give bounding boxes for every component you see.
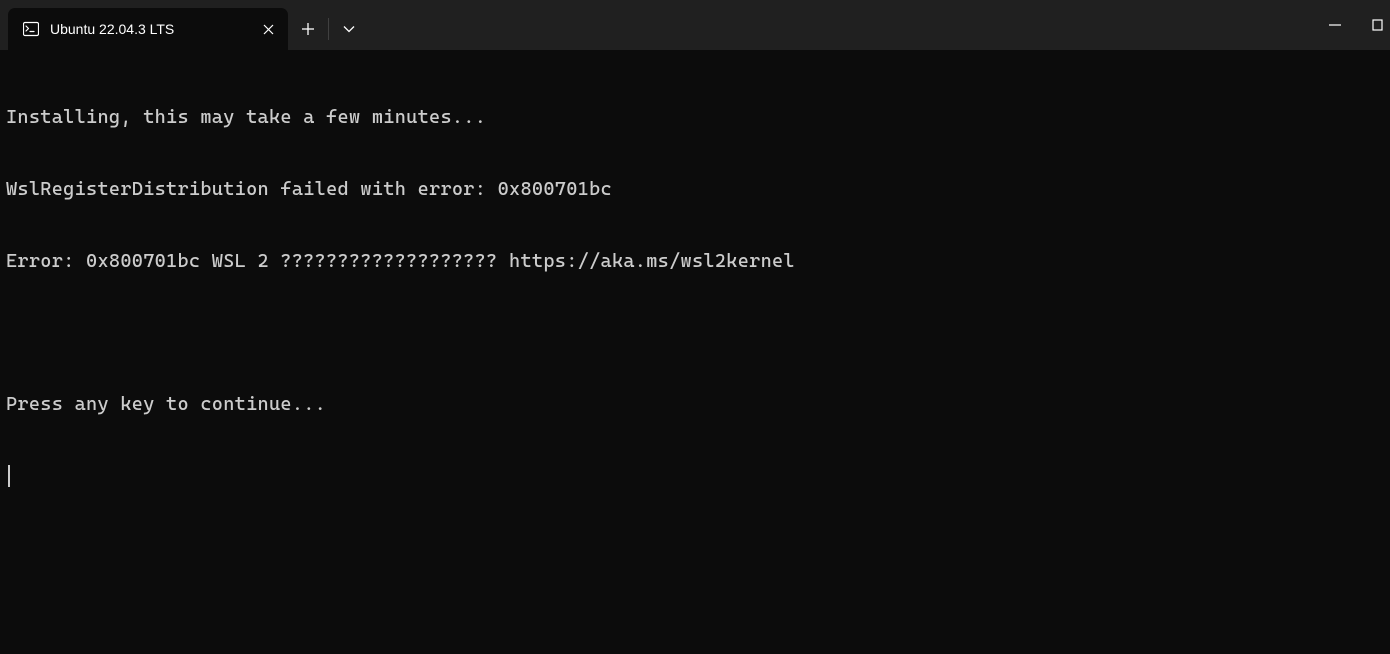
terminal-tab[interactable]: Ubuntu 22.04.3 LTS — [8, 8, 288, 50]
terminal-line: Press any key to continue... — [6, 393, 1384, 417]
minimize-icon — [1329, 24, 1341, 26]
terminal-cursor-line — [6, 465, 1384, 489]
tab-title: Ubuntu 22.04.3 LTS — [50, 21, 258, 37]
title-bar: Ubuntu 22.04.3 LTS — [0, 0, 1390, 50]
terminal-line: Error: 0x800701bc WSL 2 ????????????????… — [6, 250, 1384, 274]
terminal-icon — [22, 20, 40, 38]
cursor — [8, 465, 10, 487]
terminal-line: Installing, this may take a few minutes.… — [6, 106, 1384, 130]
maximize-icon — [1372, 19, 1386, 31]
close-tab-button[interactable] — [258, 19, 278, 39]
chevron-down-icon — [343, 25, 355, 33]
close-icon — [263, 24, 274, 35]
maximize-button[interactable] — [1360, 0, 1390, 50]
plus-icon — [302, 23, 314, 35]
tab-actions — [288, 8, 369, 50]
terminal-line: WslRegisterDistribution failed with erro… — [6, 178, 1384, 202]
window-controls — [1310, 0, 1390, 50]
tab-dropdown-button[interactable] — [329, 8, 369, 50]
terminal-line — [6, 322, 1384, 346]
terminal-content[interactable]: Installing, this may take a few minutes.… — [0, 50, 1390, 521]
new-tab-button[interactable] — [288, 8, 328, 50]
minimize-button[interactable] — [1310, 0, 1360, 50]
